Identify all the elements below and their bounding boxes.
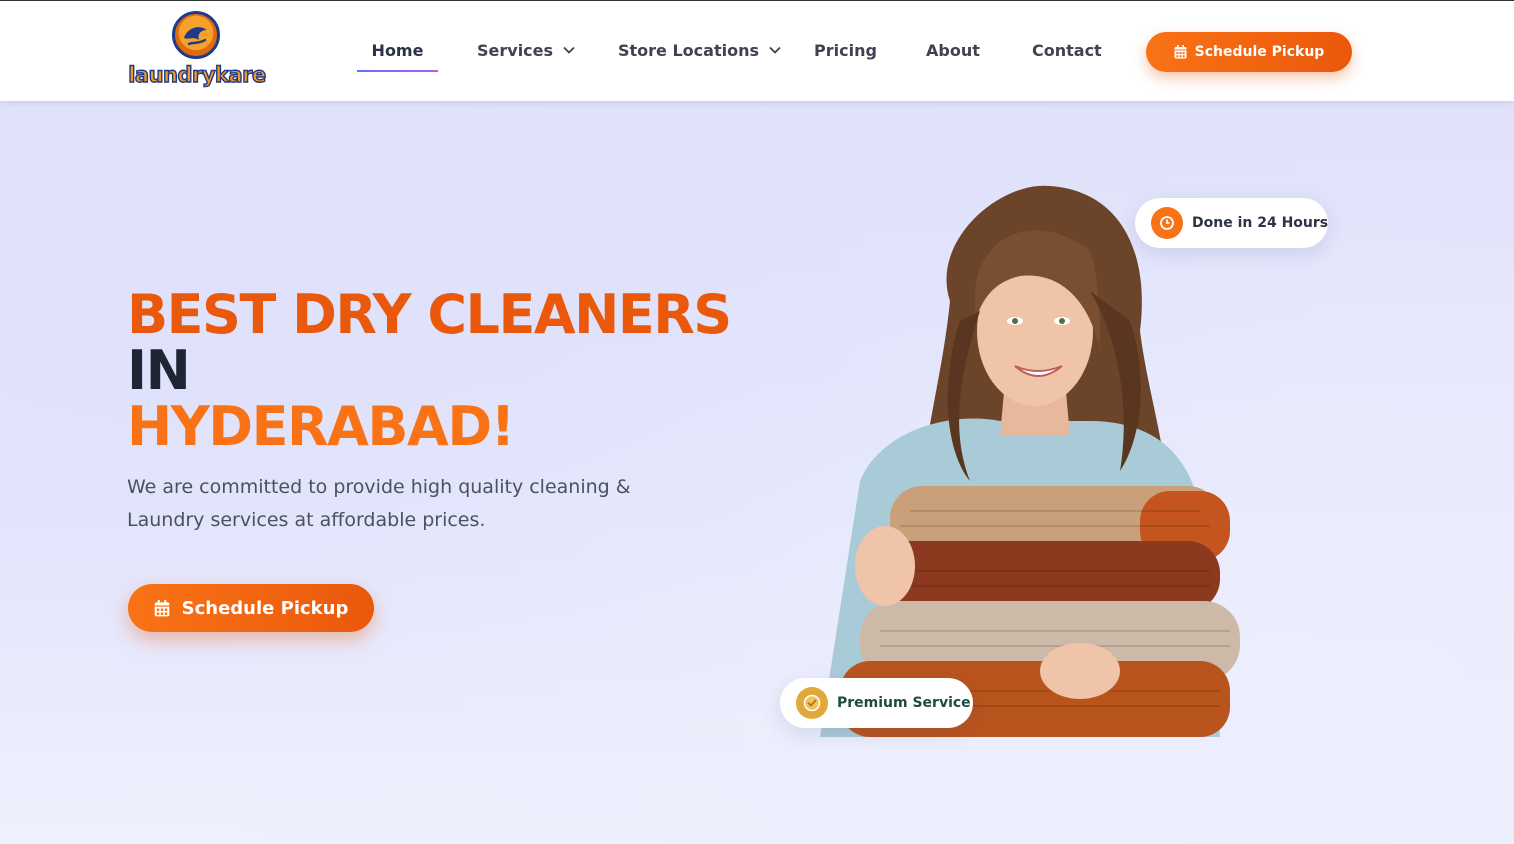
premium-service-label: Premium Service [837, 695, 971, 711]
nav-about[interactable]: About [926, 31, 980, 71]
nav-services-label: Services [477, 41, 554, 60]
hero-image [820, 185, 1240, 737]
chevron-down-icon [768, 46, 781, 54]
schedule-pickup-header-label: Schedule Pickup [1194, 44, 1325, 60]
headline-line-3: HYDERABAD! [127, 395, 515, 458]
chevron-down-icon [562, 46, 575, 54]
hero-headline: BEST DRY CLEANERS IN HYDERABAD! [127, 283, 732, 458]
nav-contact-label: Contact [1032, 41, 1102, 60]
schedule-pickup-header-button[interactable]: Schedule Pickup [1146, 32, 1352, 72]
nav-pricing[interactable]: Pricing [814, 31, 877, 71]
brand-logo[interactable]: laundrykare [124, 11, 270, 95]
nav-home-label: Home [371, 41, 424, 60]
premium-service-badge: Premium Service [780, 678, 973, 728]
clock-icon [1151, 207, 1183, 239]
check-badge-icon [796, 687, 828, 719]
done-24-hours-label: Done in 24 Hours [1192, 215, 1329, 231]
schedule-pickup-hero-label: Schedule Pickup [181, 597, 349, 619]
nav-contact[interactable]: Contact [1032, 31, 1102, 71]
nav-home[interactable]: Home [357, 31, 438, 72]
nav-store-locations-label: Store Locations [618, 41, 759, 60]
site-header: laundrykare Home Services Store Location… [0, 0, 1514, 101]
done-24-hours-badge: Done in 24 Hours [1135, 198, 1328, 248]
nav-pricing-label: Pricing [814, 41, 877, 60]
nav-about-label: About [926, 41, 980, 60]
calendar-icon [1174, 45, 1187, 59]
hero-section: BEST DRY CLEANERS IN HYDERABAD! We are c… [0, 101, 1514, 844]
calendar-icon [154, 599, 169, 616]
nav-store-locations[interactable]: Store Locations [618, 31, 781, 71]
logo-mark-icon [172, 11, 220, 59]
logo-text: laundrykare [128, 62, 267, 87]
headline-line-2: IN [127, 339, 191, 402]
nav-services[interactable]: Services [477, 31, 575, 71]
headline-line-1: BEST DRY CLEANERS [127, 283, 732, 346]
schedule-pickup-hero-button[interactable]: Schedule Pickup [128, 584, 374, 632]
hero-subtext: We are committed to provide high quality… [127, 476, 631, 531]
